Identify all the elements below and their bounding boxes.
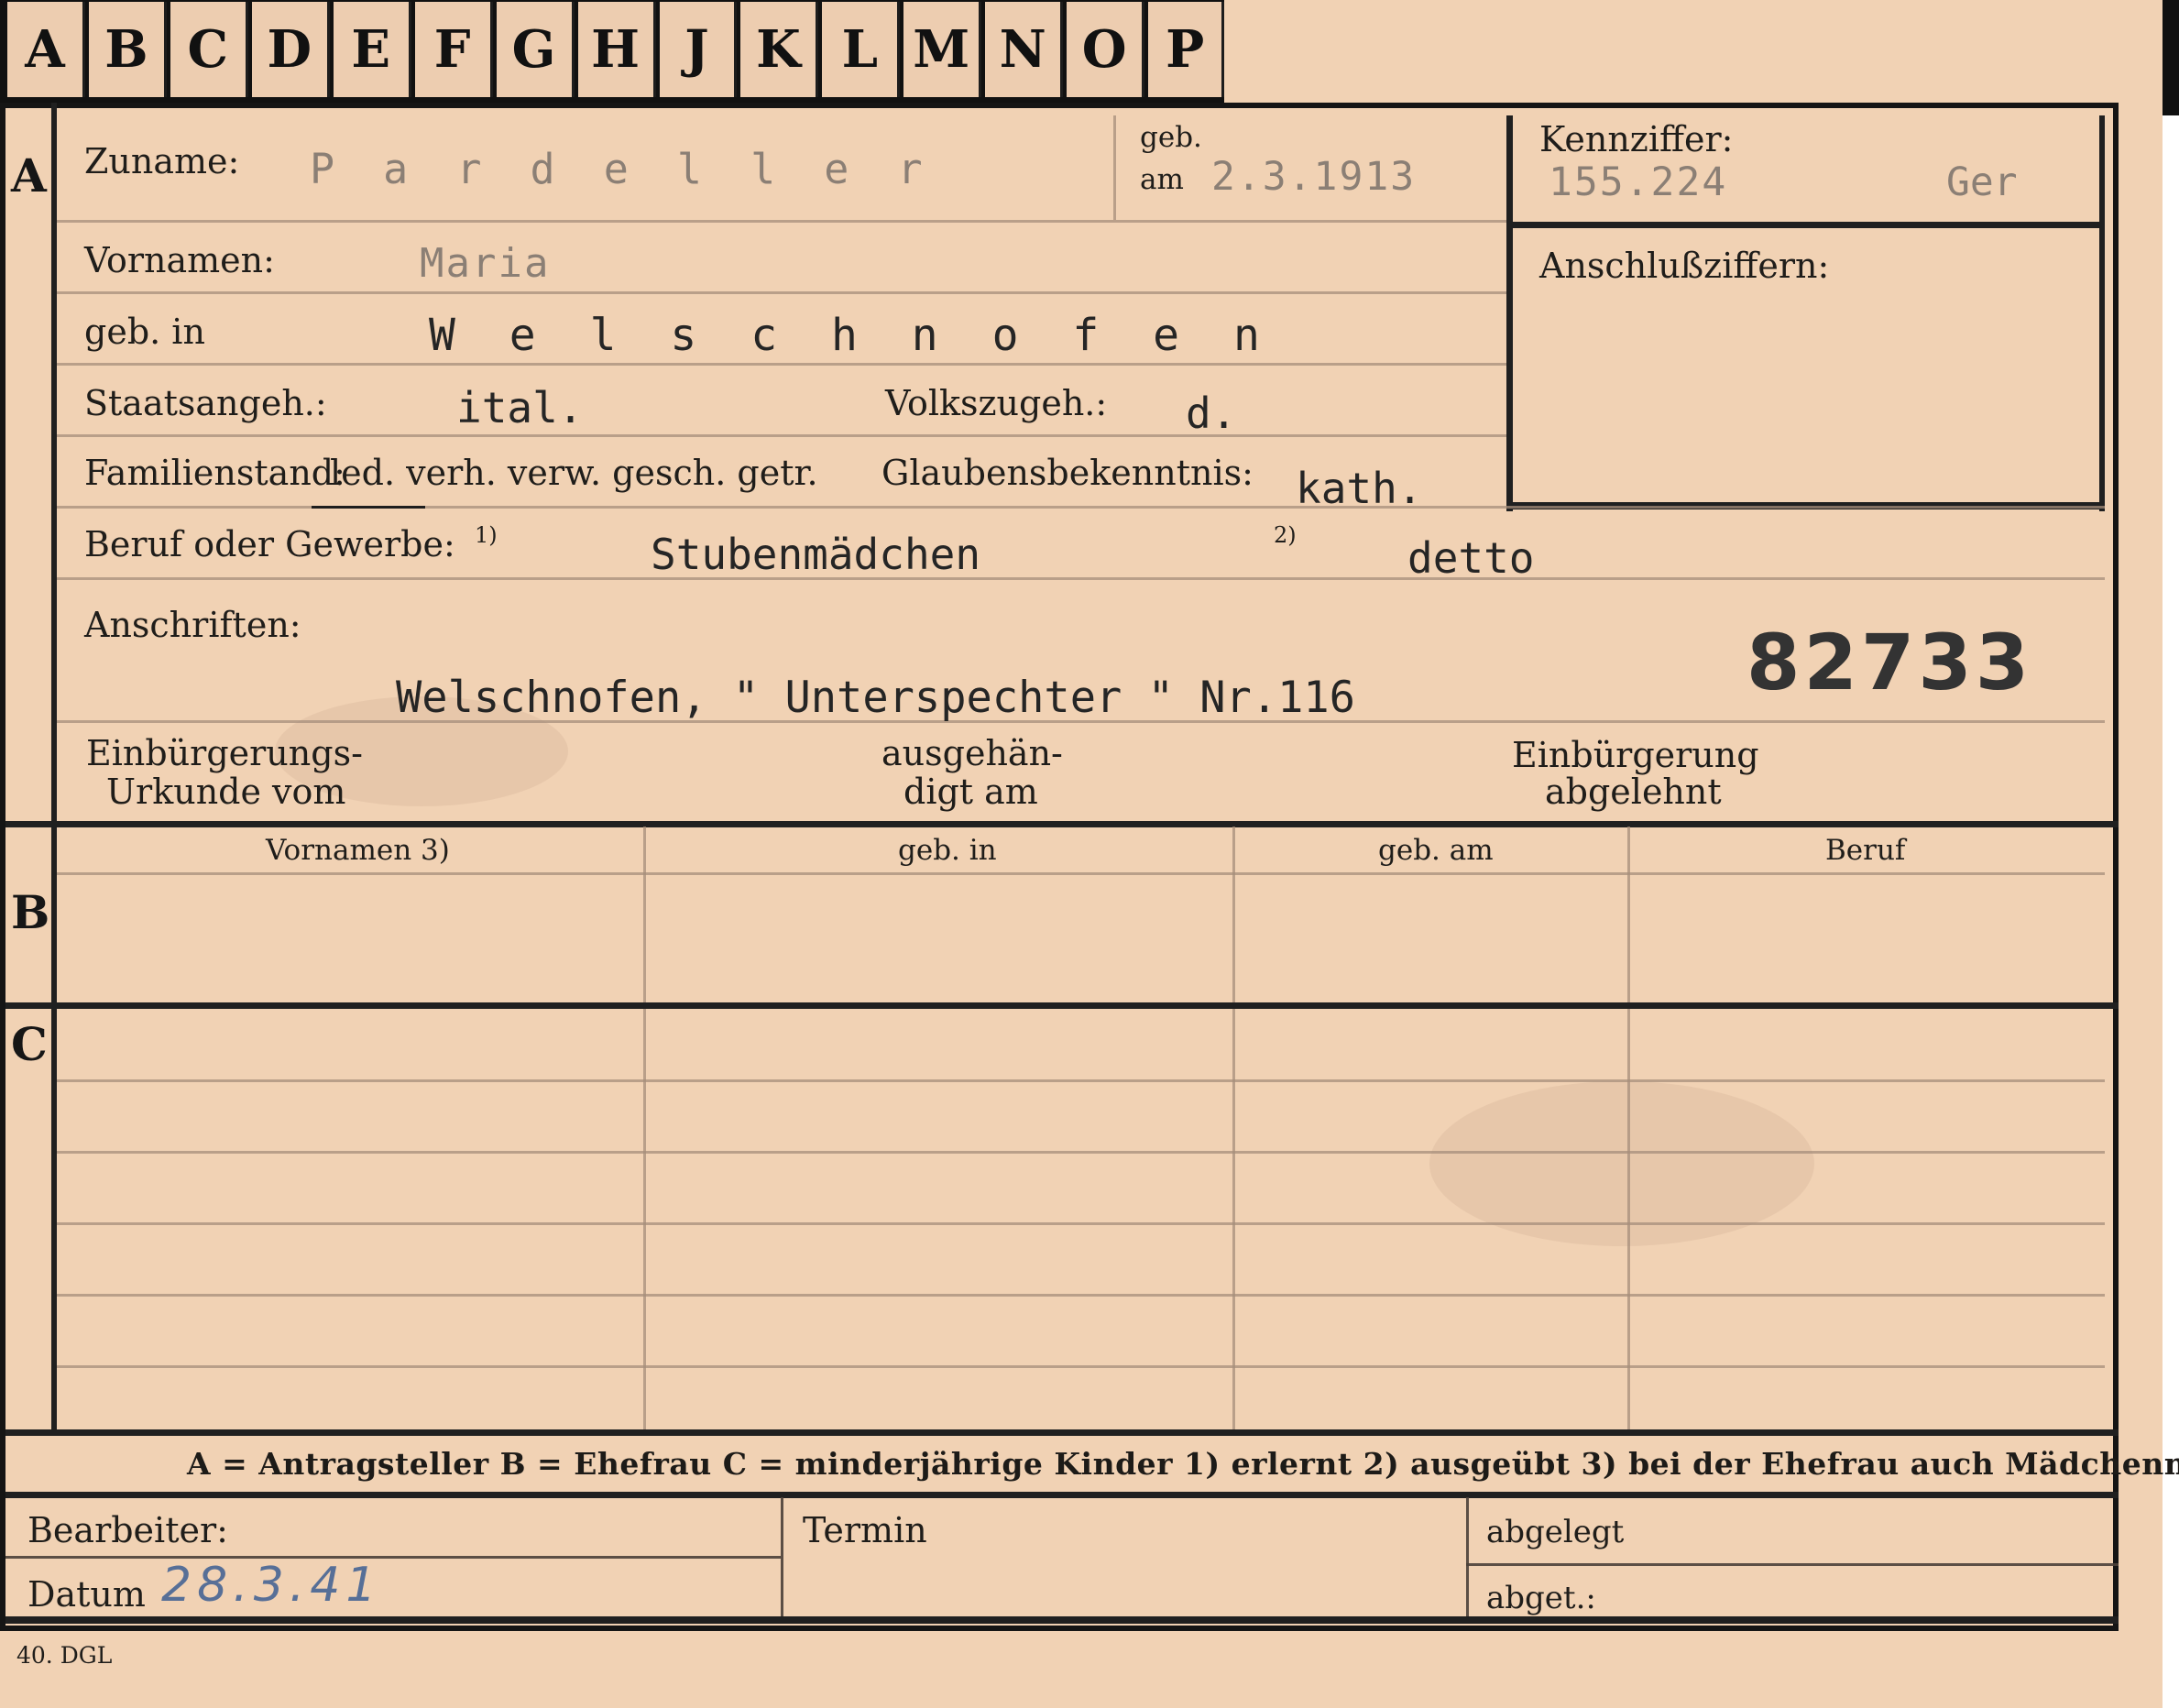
document-page: A B C D E F G H J K L M N O P A B C Zuna… xyxy=(0,0,2179,1708)
ethnicity-value: d. xyxy=(1186,389,1237,438)
handwritten-date: 28.3.41 xyxy=(161,1558,382,1613)
table-header-occupation: Beruf xyxy=(1825,834,1906,867)
occupation-footnote-1: 1) xyxy=(475,522,498,548)
citizenship-value: ital. xyxy=(456,383,584,432)
born-date-label-line-1: geb. xyxy=(1140,121,1202,154)
table-column-divider xyxy=(1627,827,1630,1433)
section-b-top-border xyxy=(5,821,2119,827)
table-row-line xyxy=(57,1294,2105,1297)
tab-h[interactable]: H xyxy=(577,2,656,97)
birth-date-value: 2.3.1913 xyxy=(1211,154,1417,200)
birthplace-label: geb. in xyxy=(84,312,205,352)
right-box-right-border xyxy=(2099,115,2105,511)
addresses-label: Anschriften: xyxy=(84,605,301,645)
table-column-divider xyxy=(643,827,646,1433)
birthplace-value: W e l s c h n o f e n xyxy=(429,310,1274,361)
occupation-footnote-2: 2) xyxy=(1274,522,1297,548)
connection-numbers-label: Anschlußziffern: xyxy=(1539,246,1830,286)
tab-j[interactable]: J xyxy=(659,2,738,97)
tab-m[interactable]: M xyxy=(903,2,982,97)
tab-e[interactable]: E xyxy=(333,2,411,97)
section-divider xyxy=(51,103,57,1431)
address-number: 82733 xyxy=(1746,618,2033,707)
table-header-birthdate: geb. am xyxy=(1378,834,1494,867)
tab-b[interactable]: B xyxy=(88,2,167,97)
marital-status-label: Familienstand: xyxy=(84,453,345,493)
tab-a[interactable]: A xyxy=(7,2,85,97)
tab-p[interactable]: P xyxy=(1148,2,1225,97)
deadline-label: Termin xyxy=(803,1510,927,1550)
tab-g[interactable]: G xyxy=(496,2,575,97)
kennziffer-suffix: Ger xyxy=(1946,159,2018,205)
bottom-row-line xyxy=(5,1556,781,1559)
address-value: Welschnofen, " Unterspechter " Nr.116 xyxy=(396,673,1355,723)
naturalization-rejected-label-line-1: Einbürgerung xyxy=(1512,735,1759,775)
right-box-left-border xyxy=(1506,115,1513,511)
citizenship-label: Staatsangeh.: xyxy=(84,383,327,423)
first-names-label: Vornamen: xyxy=(84,240,275,280)
tab-o[interactable]: O xyxy=(1067,2,1145,97)
bottom-border xyxy=(5,1616,2119,1624)
section-c-top-border xyxy=(5,1002,2119,1009)
row-line xyxy=(57,363,1506,366)
print-code: 40. DGL xyxy=(16,1642,113,1669)
processor-label: Bearbeiter: xyxy=(27,1510,228,1550)
naturalization-certificate-label-line-1: Einbürgerungs- xyxy=(86,733,363,773)
filed-short-label: abget.: xyxy=(1486,1580,1596,1616)
right-box-divider xyxy=(1506,222,2105,228)
registration-card: A B C D E F G H J K L M N O P A B C Zuna… xyxy=(0,0,2179,1708)
row-line xyxy=(57,434,1506,437)
legend-text: A = Antragsteller B = Ehefrau C = minder… xyxy=(187,1446,2179,1482)
tab-k[interactable]: K xyxy=(740,2,819,97)
tab-c[interactable]: C xyxy=(170,2,248,97)
legend-top-border xyxy=(5,1429,2119,1436)
filed-label: abgelegt xyxy=(1486,1514,1625,1550)
handed-out-label-line-1: ausgehän- xyxy=(881,733,1063,773)
section-marker-c: C xyxy=(11,1017,48,1071)
tab-f[interactable]: F xyxy=(414,2,493,97)
religion-value: kath. xyxy=(1296,464,1423,513)
marital-status-single-mark xyxy=(312,506,425,509)
tab-l[interactable]: L xyxy=(822,2,901,97)
table-header-line xyxy=(57,872,2105,875)
first-names-value: Maria xyxy=(420,240,551,287)
table-header-birthplace: geb. in xyxy=(898,834,997,867)
religion-label: Glaubensbekenntnis: xyxy=(881,453,1254,493)
tab-n[interactable]: N xyxy=(985,2,1064,97)
kennziffer-label: Kennziffer: xyxy=(1539,119,1734,159)
marital-status-options: led. verh. verw. gesch. getr. xyxy=(330,453,818,493)
row-line xyxy=(57,220,1506,223)
bottom-column-divider xyxy=(781,1497,783,1618)
born-date-label-line-2: am xyxy=(1140,163,1184,196)
table-header-first-names: Vornamen 3) xyxy=(266,834,450,867)
bottom-section-top-border xyxy=(5,1492,2119,1498)
table-column-divider xyxy=(1232,827,1235,1433)
section-marker-b: B xyxy=(11,885,50,939)
bottom-row-line xyxy=(1466,1563,2119,1566)
tab-d[interactable]: D xyxy=(251,2,330,97)
handed-out-label-line-2: digt am xyxy=(903,772,1038,812)
date-label: Datum xyxy=(27,1574,146,1615)
row-line xyxy=(57,291,1506,294)
kennziffer-value: 155.224 xyxy=(1549,159,1728,205)
table-row-line xyxy=(57,1151,2105,1154)
naturalization-certificate-label-line-2: Urkunde vom xyxy=(106,772,346,812)
ethnicity-label: Volkszugeh.: xyxy=(885,383,1108,423)
surname-label: Zuname: xyxy=(84,141,240,181)
row-line xyxy=(57,577,2105,580)
birth-column-divider xyxy=(1113,115,1116,220)
occupation-label: Beruf oder Gewerbe: xyxy=(84,524,455,564)
table-row-line xyxy=(57,1365,2105,1368)
occupation-learned-value: Stubenmädchen xyxy=(651,530,981,579)
section-marker-a: A xyxy=(11,148,47,203)
surname-value: P a r d e l l e r xyxy=(310,145,935,193)
table-row-line xyxy=(57,1079,2105,1082)
bottom-column-divider xyxy=(1466,1497,1469,1618)
table-row-line xyxy=(57,1222,2105,1225)
naturalization-rejected-label-line-2: abgelehnt xyxy=(1545,772,1722,812)
alphabet-tabs: A B C D E F G H J K L M N O P xyxy=(0,0,1225,103)
occupation-practiced-value: detto xyxy=(1407,533,1535,583)
